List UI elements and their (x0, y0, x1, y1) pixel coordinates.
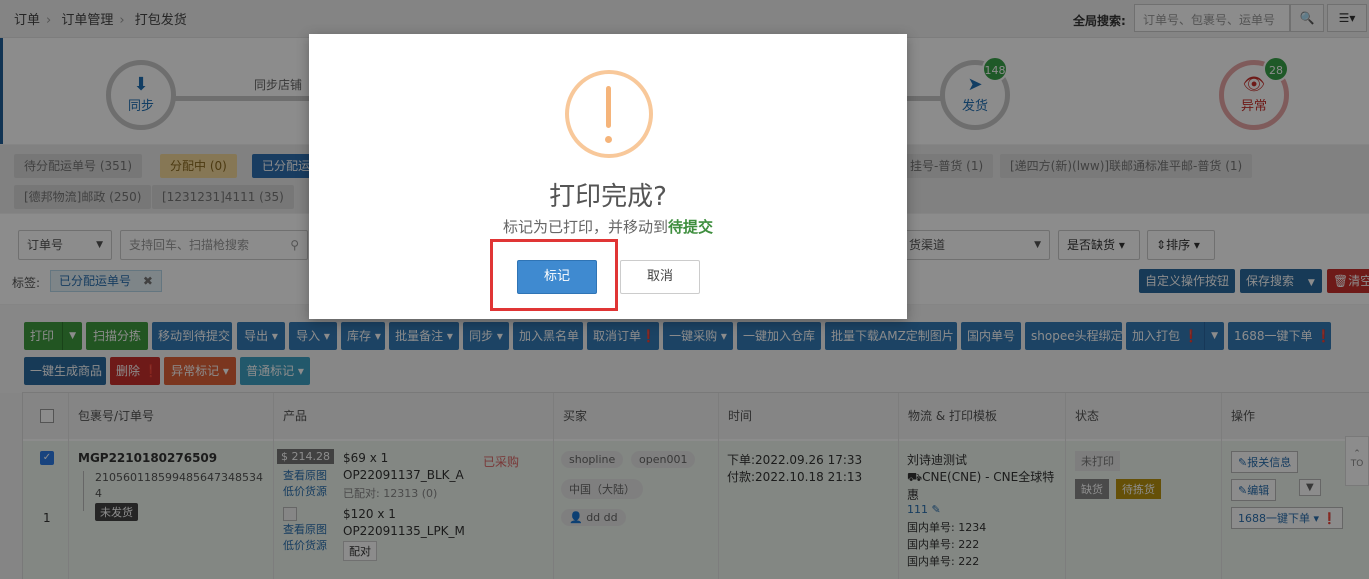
dialog-message: 标记为已打印，并移动到待提交 (309, 216, 907, 237)
cancel-button[interactable]: 取消 (620, 260, 700, 294)
dialog-title: 打印完成? (549, 182, 667, 212)
confirm-mark-button[interactable]: 标记 (517, 260, 597, 294)
confirm-dialog: 打印完成? 标记为已打印，并移动到待提交 标记 取消 (309, 34, 907, 319)
dialog-message-target: 待提交 (668, 218, 714, 236)
warning-icon-bar (606, 86, 611, 128)
dialog-message-text: 标记为已打印，并移动到 (502, 218, 668, 236)
warning-icon-dot (605, 136, 612, 143)
